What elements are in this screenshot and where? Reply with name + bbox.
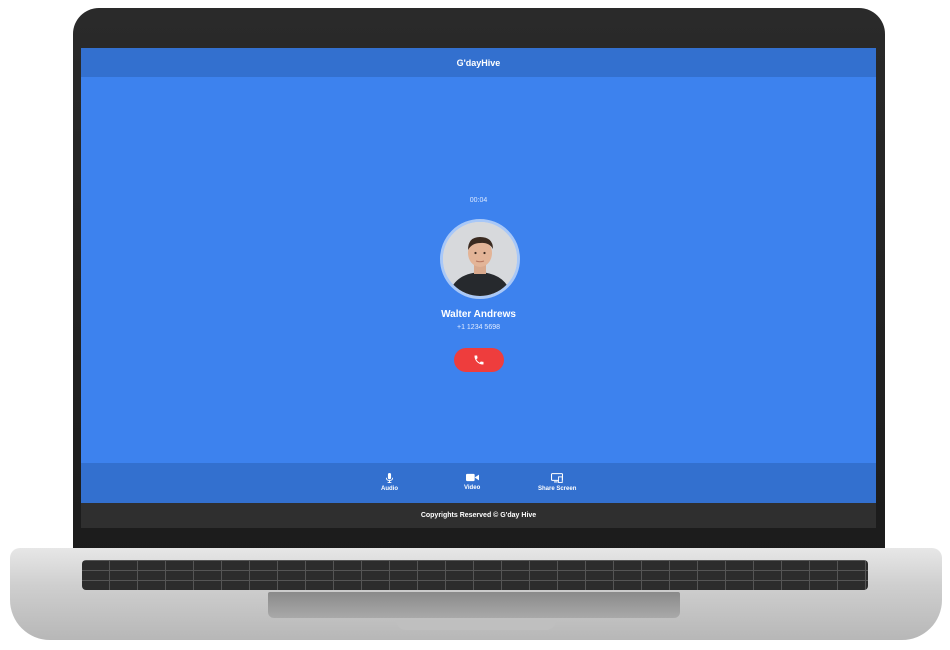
app-title: G'dayHive xyxy=(456,57,501,68)
share-screen-button[interactable]: Share Screen xyxy=(538,473,576,492)
call-timer: 00:04 xyxy=(469,197,488,204)
video-label: Video xyxy=(464,485,481,491)
microphone-icon xyxy=(385,473,394,483)
laptop-mockup: G'dayHive 00:04 Walter Andrews +1 1234 5… xyxy=(0,0,950,650)
copyright-text: Copyrights Reserved © G'day Hive xyxy=(420,512,537,519)
caller-number: +1 1234 5698 xyxy=(456,324,500,331)
caller-avatar xyxy=(440,219,520,299)
audio-button[interactable]: Audio xyxy=(381,473,398,492)
laptop-keyboard xyxy=(82,560,868,590)
share-screen-icon xyxy=(551,473,564,483)
app-footer: Copyrights Reserved © G'day Hive xyxy=(81,503,876,528)
hang-up-button[interactable] xyxy=(454,348,504,372)
video-camera-icon xyxy=(465,473,479,482)
person-photo-icon xyxy=(443,222,517,296)
call-panel: 00:04 Walter Andrews +1 1234 5698 xyxy=(81,77,876,463)
caller-name: Walter Andrews xyxy=(441,309,516,320)
share-screen-label: Share Screen xyxy=(538,486,577,492)
laptop-trackpad xyxy=(268,592,680,618)
phone-icon xyxy=(474,355,484,365)
video-button[interactable]: Video xyxy=(464,473,480,491)
laptop-notch xyxy=(396,620,556,630)
audio-label: Audio xyxy=(381,486,398,492)
app-screen: G'dayHive 00:04 Walter Andrews +1 1234 5… xyxy=(81,48,876,528)
app-header: G'dayHive xyxy=(81,48,876,77)
call-controls-bar: Audio Video Share Screen xyxy=(81,463,876,503)
